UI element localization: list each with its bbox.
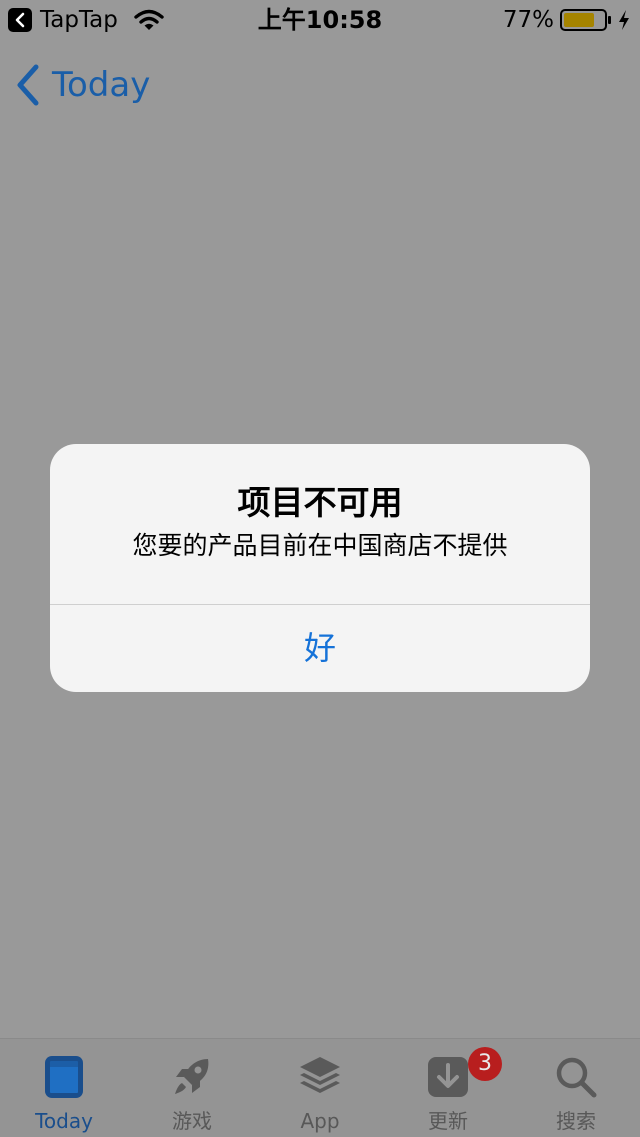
battery-icon: [560, 9, 611, 31]
tab-updates-label: 更新: [428, 1109, 468, 1133]
tab-updates[interactable]: 3 更新: [384, 1039, 512, 1137]
charging-bolt-icon: [619, 10, 629, 30]
download-icon: [428, 1057, 468, 1097]
tab-search-label: 搜索: [556, 1109, 596, 1133]
rocket-icon: [175, 1059, 209, 1094]
tab-bar: Today 游戏 App 3 更新 搜索: [0, 1038, 640, 1137]
alert-title: 项目不可用: [237, 483, 403, 522]
tab-games[interactable]: 游戏: [128, 1039, 256, 1137]
tab-games-label: 游戏: [172, 1109, 212, 1133]
alert-message: 您要的产品目前在中国商店不提供: [132, 531, 508, 560]
status-bar: TapTap 上午10:58 77%: [0, 0, 640, 40]
today-icon: [45, 1056, 83, 1098]
alert-ok-button[interactable]: 好: [50, 605, 590, 692]
tab-search[interactable]: 搜索: [512, 1039, 640, 1137]
updates-badge: 3: [468, 1047, 502, 1081]
tab-today[interactable]: Today: [0, 1039, 128, 1137]
layers-icon: [300, 1057, 340, 1093]
search-icon: [556, 1057, 597, 1098]
nav-back-button[interactable]: Today: [14, 60, 150, 110]
chevron-left-icon: [17, 64, 39, 106]
tab-today-label: Today: [35, 1109, 93, 1133]
tab-apps[interactable]: App: [256, 1039, 384, 1137]
nav-back-label: Today: [52, 65, 151, 105]
tab-apps-label: App: [300, 1109, 340, 1133]
battery-percentage: 77%: [502, 7, 554, 33]
